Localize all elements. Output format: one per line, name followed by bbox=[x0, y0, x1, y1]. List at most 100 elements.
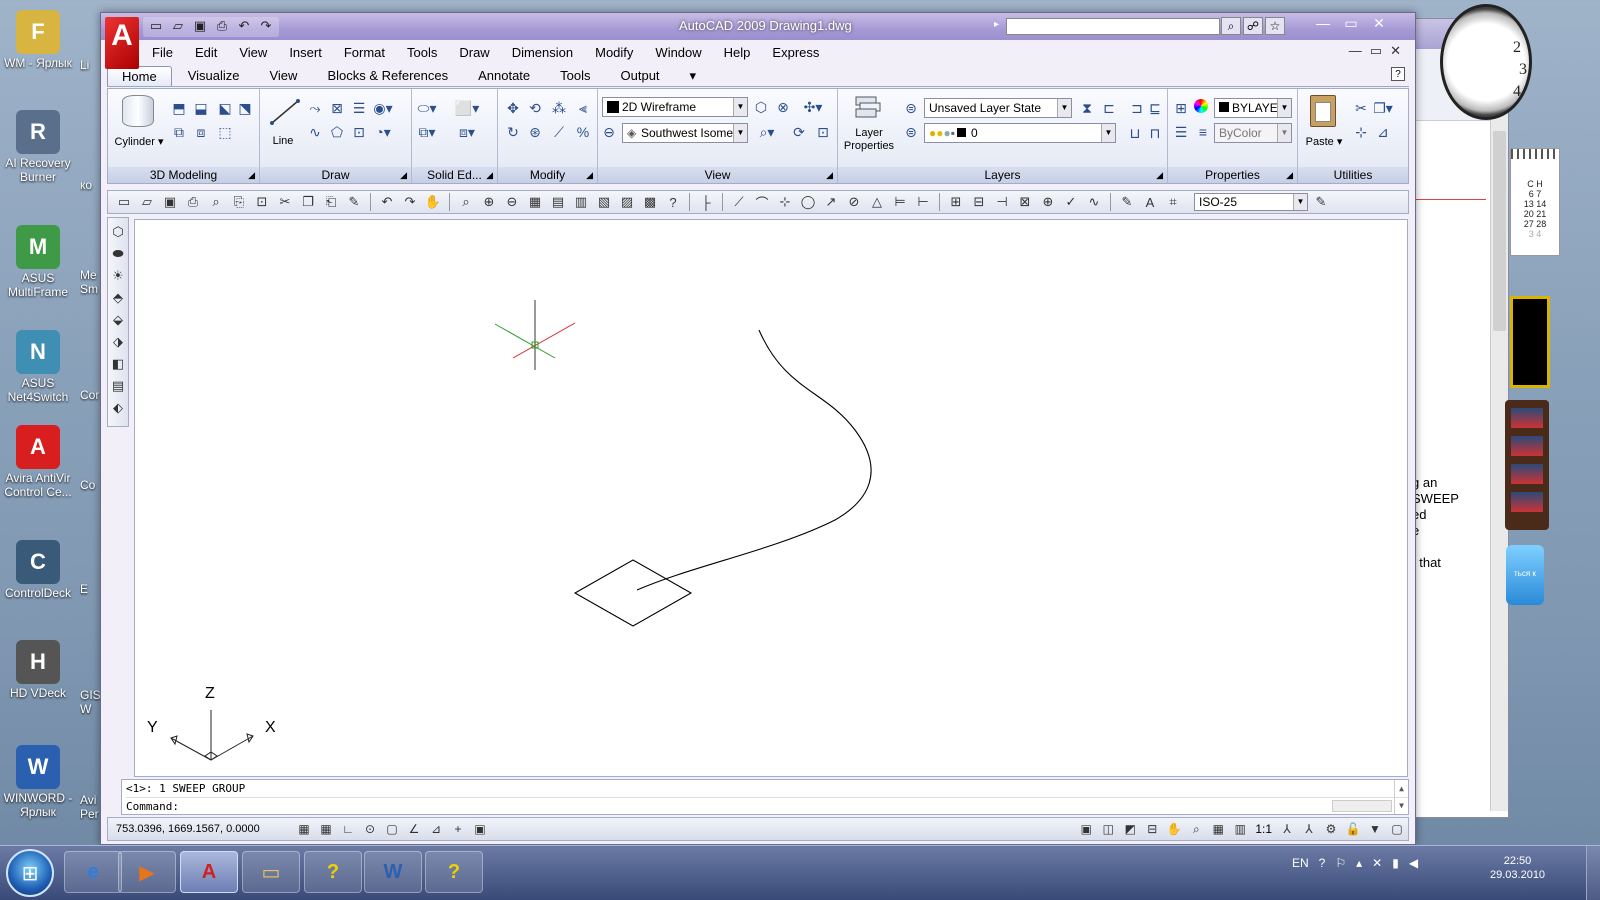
toolbar-button-icon[interactable]: ▭ bbox=[114, 193, 134, 211]
toolbar-button-icon[interactable]: ◯ bbox=[798, 193, 818, 211]
panel-expand-icon[interactable]: ◢ bbox=[486, 167, 493, 183]
status-setting-icon[interactable]: 🔓 bbox=[1342, 820, 1364, 838]
panel-expand-icon[interactable]: ◢ bbox=[826, 167, 833, 183]
toolbar-button-icon[interactable]: ⟋ bbox=[729, 193, 749, 211]
layer-select[interactable]: ●●●▪ 0 ▼ bbox=[924, 123, 1116, 143]
explorer-folder-icon[interactable]: ▭ bbox=[242, 851, 300, 893]
help-icon[interactable]: ? bbox=[1391, 67, 1405, 81]
layer-states-icon[interactable]: ⊜ bbox=[902, 99, 920, 117]
desktop-icon[interactable]: H HD VDeck bbox=[0, 640, 76, 700]
subtract-icon[interactable]: ⧈ bbox=[192, 123, 210, 141]
word-task-icon[interactable]: W bbox=[364, 851, 422, 893]
tab-visualize[interactable]: Visualize bbox=[174, 66, 254, 86]
menu-modify[interactable]: Modify bbox=[584, 45, 644, 60]
layer-state-select[interactable]: Unsaved Layer State ▼ bbox=[924, 98, 1072, 118]
tray-clock[interactable]: 22:50 29.03.2010 bbox=[1490, 854, 1545, 882]
command-line[interactable]: <1>: 1 SWEEP GROUP Command: ▲ ▼ bbox=[121, 779, 1409, 815]
desktop-icon[interactable]: A Avira AntiVir Control Ce... bbox=[0, 425, 76, 499]
status-view-icon[interactable]: ⌕ bbox=[1185, 820, 1207, 838]
solid-shell-icon[interactable]: ⧈▾ bbox=[458, 123, 476, 141]
status-setting-icon[interactable]: ▢ bbox=[1386, 820, 1408, 838]
paste-button[interactable]: Paste ▾ bbox=[1302, 135, 1346, 148]
redo-icon[interactable]: ↷ bbox=[257, 17, 275, 35]
intersect-icon[interactable]: ⬚ bbox=[216, 123, 234, 141]
polygon-icon[interactable]: ⬠ bbox=[328, 123, 346, 141]
arc-dropdown-icon[interactable]: ◔▾ bbox=[374, 123, 392, 141]
help-tray-icon[interactable]: ? bbox=[1319, 856, 1326, 870]
toolbar-button-icon[interactable]: ↗ bbox=[821, 193, 841, 211]
scale-icon[interactable]: % bbox=[574, 123, 592, 141]
grid-display-icon[interactable]: ▦ bbox=[315, 820, 337, 838]
new-file-icon[interactable]: ▭ bbox=[147, 17, 165, 35]
view-preset-select[interactable]: ◈ Southwest Isome ▼ bbox=[622, 123, 748, 143]
rotate-icon[interactable]: ↻ bbox=[504, 123, 522, 141]
toolbar-button-icon[interactable]: ✎ bbox=[1117, 193, 1137, 211]
cursor-coordinates[interactable]: 753.0396, 1669.1567, 0.0000 bbox=[108, 823, 293, 835]
communication-center-icon[interactable]: ☍ bbox=[1243, 17, 1263, 35]
3d-mirror-icon[interactable]: ⊛ bbox=[526, 123, 544, 141]
minimize-icon[interactable]: — bbox=[1309, 13, 1337, 33]
dynamic-ucs-icon[interactable]: ⊿ bbox=[425, 820, 447, 838]
open-file-icon[interactable]: ▱ bbox=[169, 17, 187, 35]
cut-icon[interactable]: ✂ bbox=[1352, 99, 1370, 117]
side-tool-icon[interactable]: ▤ bbox=[112, 378, 124, 394]
side-tool-icon[interactable]: ⬙ bbox=[113, 312, 123, 328]
snap-mode-icon[interactable]: ▦ bbox=[293, 820, 315, 838]
side-tool-icon[interactable]: ⬘ bbox=[113, 290, 123, 306]
menu-draw[interactable]: Draw bbox=[448, 45, 500, 60]
toolbar-button-icon[interactable]: ▦ bbox=[525, 193, 545, 211]
menu-dimension[interactable]: Dimension bbox=[501, 45, 584, 60]
linetype-icon[interactable]: ≡ bbox=[1194, 123, 1212, 141]
tab-tools[interactable]: Tools bbox=[546, 66, 604, 86]
linetype-select[interactable]: ByColor ▼ bbox=[1214, 123, 1292, 143]
3d-align-icon[interactable]: ⫷ bbox=[574, 99, 592, 117]
select-similar-icon[interactable]: ⊿ bbox=[1374, 123, 1392, 141]
desktop-icon[interactable]: R AI Recovery Burner bbox=[0, 110, 76, 184]
toolbar-button-icon[interactable]: ⊹ bbox=[775, 193, 795, 211]
toolbar-button-icon[interactable]: ⊣ bbox=[992, 193, 1012, 211]
toolbar-button-icon[interactable]: ⊢ bbox=[913, 193, 933, 211]
panel-expand-icon[interactable]: ◢ bbox=[1286, 167, 1293, 183]
desktop-icon[interactable]: F WM - Ярлык bbox=[0, 10, 76, 70]
toolbar-button-icon[interactable]: ⎗ bbox=[321, 193, 341, 211]
desktop-icon[interactable]: M ASUS MultiFrame bbox=[0, 225, 76, 299]
toolbar-button-icon[interactable]: △ bbox=[867, 193, 887, 211]
drawing-canvas[interactable]: Z Y X bbox=[134, 219, 1408, 777]
network-tray-icon[interactable]: ✕ bbox=[1372, 856, 1382, 870]
status-view-icon[interactable]: ◫ bbox=[1097, 820, 1119, 838]
panel-expand-icon[interactable]: ◢ bbox=[400, 167, 407, 183]
extrude-icon[interactable]: ⬒ bbox=[170, 99, 188, 117]
toolbar-button-icon[interactable]: ❐ bbox=[298, 193, 318, 211]
print-icon[interactable]: ⎙ bbox=[213, 17, 231, 35]
tab-annotate[interactable]: Annotate bbox=[464, 66, 544, 86]
list-properties-icon[interactable]: ☰ bbox=[1172, 123, 1190, 141]
panel-label[interactable]: Draw ◢ bbox=[260, 167, 411, 183]
dimension-style-manager-icon[interactable]: ✎ bbox=[1311, 193, 1331, 211]
clock-gadget[interactable]: 2 3 4 bbox=[1440, 4, 1532, 120]
toolbar-button-icon[interactable]: ✎ bbox=[344, 193, 364, 211]
toolbar-button-icon[interactable]: ⌕ bbox=[206, 193, 226, 211]
window-titlebar[interactable]: ▭ ▱ ▣ ⎙ ↶ ↷ AutoCAD 2009 Drawing1.dwg ▸ ⌕ ☍ ☆ —… bbox=[101, 13, 1415, 40]
toolbar-button-icon[interactable]: ▣ bbox=[160, 193, 180, 211]
sweep-profile-square[interactable] bbox=[573, 559, 693, 627]
toolbar-button-icon[interactable]: ▨ bbox=[617, 193, 637, 211]
polyline-icon[interactable]: ⤳ bbox=[306, 99, 324, 117]
pan-dropdown-icon[interactable]: ✣▾ bbox=[804, 98, 823, 116]
line-button[interactable]: Line bbox=[266, 135, 300, 147]
status-setting-icon[interactable]: ⅄ bbox=[1298, 820, 1320, 838]
object-snap-icon[interactable]: ▢ bbox=[381, 820, 403, 838]
panel-label[interactable]: 3D Modeling ◢ bbox=[108, 167, 259, 183]
polar-tracking-icon[interactable]: ⊙ bbox=[359, 820, 381, 838]
solid-slice-icon[interactable]: ⧉▾ bbox=[418, 123, 436, 141]
status-view-icon[interactable]: ▦ bbox=[1207, 820, 1229, 838]
multiline-text-icon[interactable]: ☰ bbox=[350, 99, 368, 117]
search-icon[interactable]: ⌕ bbox=[1221, 17, 1241, 35]
color-select[interactable]: BYLAYE ▼ bbox=[1214, 98, 1292, 118]
fillet-icon[interactable]: ⟋ bbox=[550, 123, 568, 141]
cylinder-button[interactable]: Cylinder ▾ bbox=[112, 135, 166, 148]
status-view-icon[interactable]: ◩ bbox=[1119, 820, 1141, 838]
status-view-icon[interactable]: ▥ bbox=[1229, 820, 1251, 838]
toolbar-button-icon[interactable]: ├ bbox=[696, 193, 716, 211]
toolbar-button-icon[interactable]: ⊟ bbox=[969, 193, 989, 211]
solid-union-icon[interactable]: ⬭▾ bbox=[418, 99, 437, 117]
